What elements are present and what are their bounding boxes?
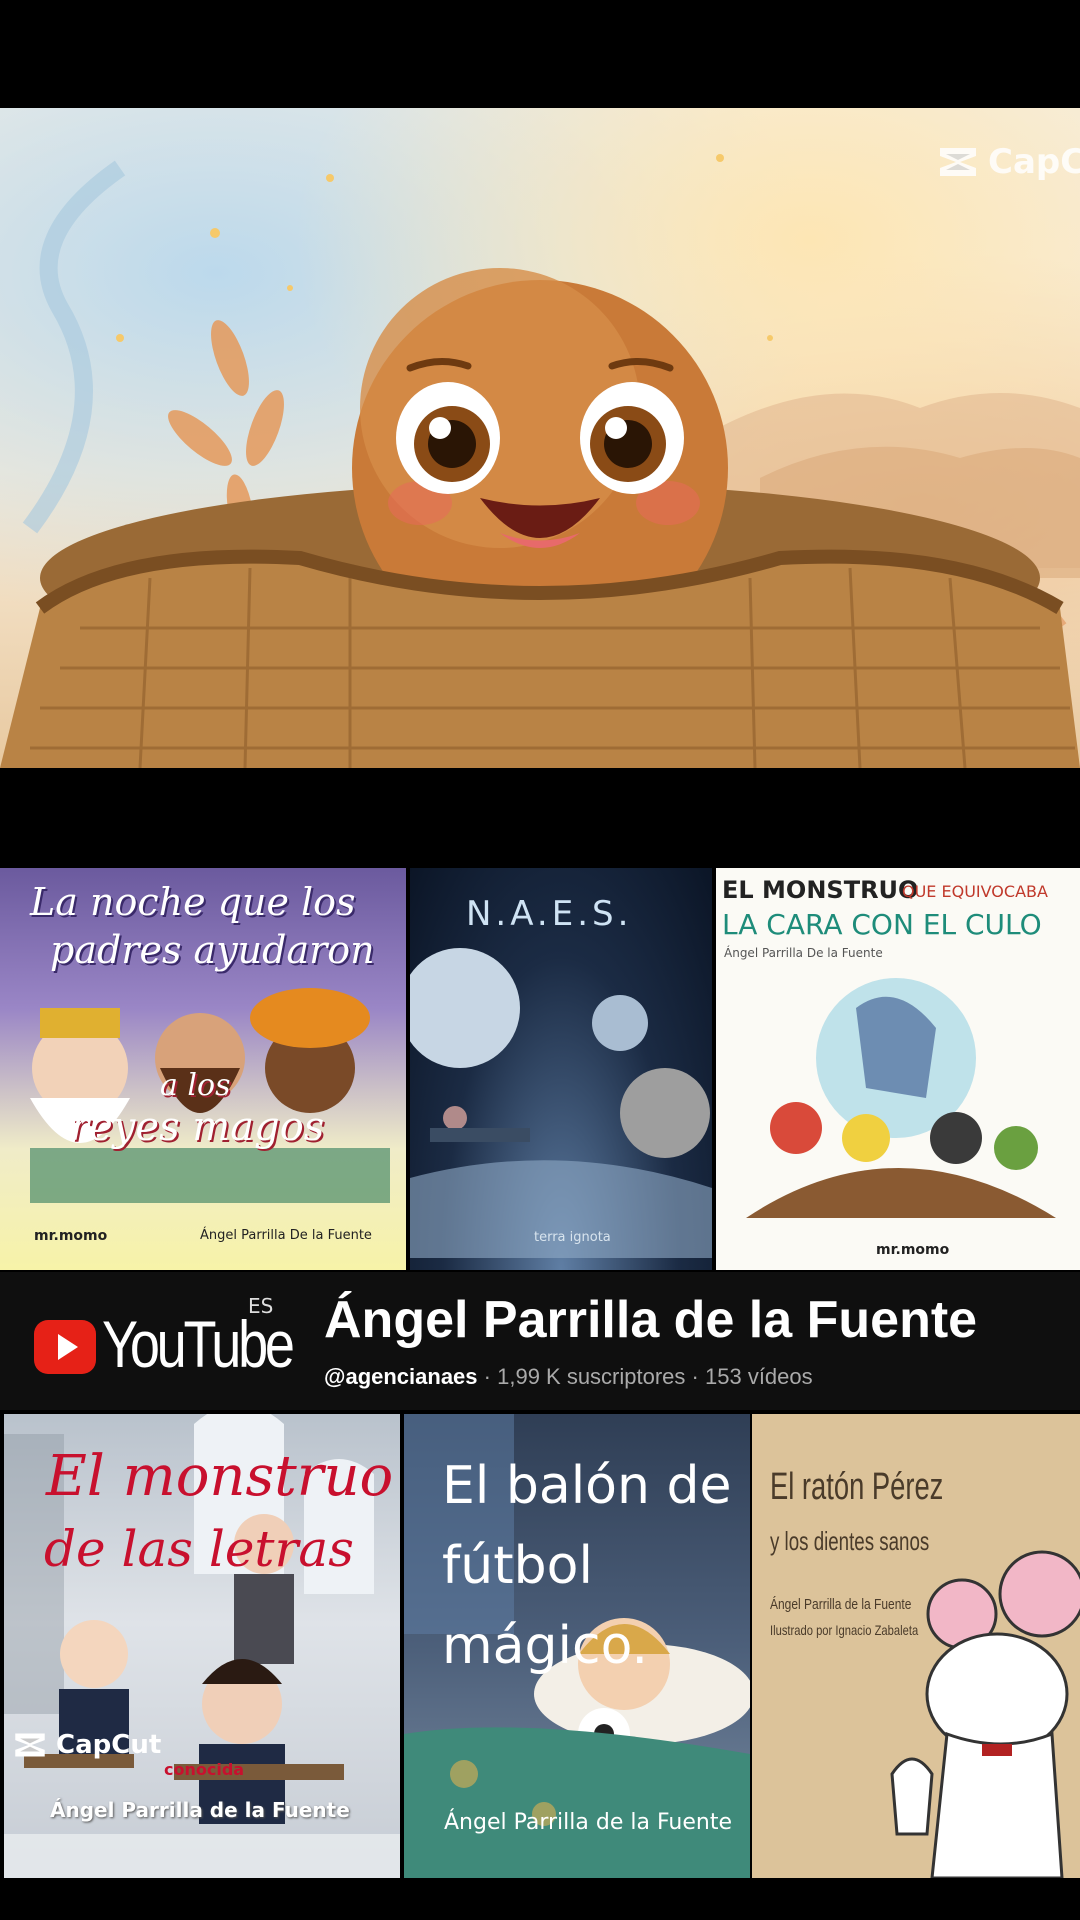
publisher-logo: mr.momo <box>876 1242 950 1258</box>
youtube-channel-banner[interactable]: YouTube ES Ángel Parrilla de la Fuente @… <box>0 1272 1080 1410</box>
planets-illustration <box>410 948 712 1258</box>
book-title-line: El ratón Pérez <box>770 1466 944 1508</box>
hero-illustration: CapC <box>0 108 1080 768</box>
book-title-line: y los dientes sanos <box>770 1526 930 1556</box>
book-title-line: reyes magos <box>70 1104 325 1150</box>
separator: · <box>691 1364 699 1389</box>
region-code: ES <box>248 1294 274 1318</box>
book-cover-monstruo-letras[interactable]: El monstruo de las letras CapCut conocid… <box>4 1414 400 1878</box>
book-title-line: mágico. <box>442 1616 648 1676</box>
book-cover-la-noche[interactable]: La noche que los padres ayudaron a los r… <box>0 868 406 1270</box>
capcut-logo-icon <box>940 148 976 176</box>
book-author: Ángel Parrilla De la Fuente <box>724 946 883 960</box>
book-title-line: LA CARA CON EL CULO <box>722 908 1042 941</box>
book-author: Ángel Parrilla de la Fuente <box>50 1798 350 1822</box>
book-title-line: EL MONSTRUO <box>722 876 919 904</box>
capcut-watermark-text: CapC <box>988 142 1080 182</box>
book-cover-el-monstruo-cara[interactable]: EL MONSTRUO QUE EQUIVOCABA LA CARA CON E… <box>716 868 1080 1270</box>
publisher-logo: mr.momo <box>34 1228 108 1244</box>
book-cover-balon-futbol[interactable]: El balón de fútbol mágico. Ángel Parrill… <box>404 1414 750 1878</box>
book-author: Ángel Parrilla de la Fuente <box>444 1810 732 1835</box>
book-title-line: de las letras <box>44 1520 354 1578</box>
capcut-watermark-top: CapC <box>936 142 1080 182</box>
youtube-play-icon <box>34 1320 96 1374</box>
subscriber-count: 1,99 K suscriptores <box>497 1364 686 1389</box>
book-title-line: El balón de <box>442 1456 732 1516</box>
book-title-line: fútbol <box>442 1536 593 1596</box>
book-cover-raton-perez[interactable]: El ratón Pérez y los dientes sanos Ángel… <box>752 1414 1080 1878</box>
book-author: Ángel Parrilla de la Fuente <box>770 1596 912 1613</box>
publisher-logo: terra ignota <box>534 1230 611 1245</box>
video-count: 153 vídeos <box>705 1364 813 1389</box>
separator: · <box>483 1364 491 1389</box>
capcut-watermark-text: CapCut <box>56 1730 162 1760</box>
channel-stats: @agencianaes · 1,99 K suscriptores · 153… <box>324 1364 813 1390</box>
channel-name: Ángel Parrilla de la Fuente <box>324 1291 978 1349</box>
kids-monster-illustration <box>746 978 1056 1218</box>
book-title-line: padres ayudaron <box>50 928 375 972</box>
book-title: N.A.E.S. <box>466 894 633 934</box>
book-title-line: La noche que los <box>30 880 356 924</box>
capcut-watermark-bottom: CapCut <box>12 1730 161 1760</box>
channel-handle[interactable]: @agencianaes <box>324 1364 478 1389</box>
capcut-logo-icon <box>15 1733 45 1757</box>
book-title-line: a los <box>160 1068 231 1103</box>
book-subtitle: conocida <box>164 1760 245 1779</box>
book-title-line: El monstruo <box>46 1444 394 1509</box>
book-illustrator: Ilustrado por Ignacio Zabaleta <box>770 1622 919 1638</box>
book-author: Ángel Parrilla De la Fuente <box>200 1228 372 1243</box>
book-cover-naes[interactable]: N.A.E.S. terra ignota <box>410 868 712 1270</box>
book-title-line: QUE EQUIVOCABA <box>902 882 1048 901</box>
chickpea-character-illustration <box>0 154 1080 768</box>
